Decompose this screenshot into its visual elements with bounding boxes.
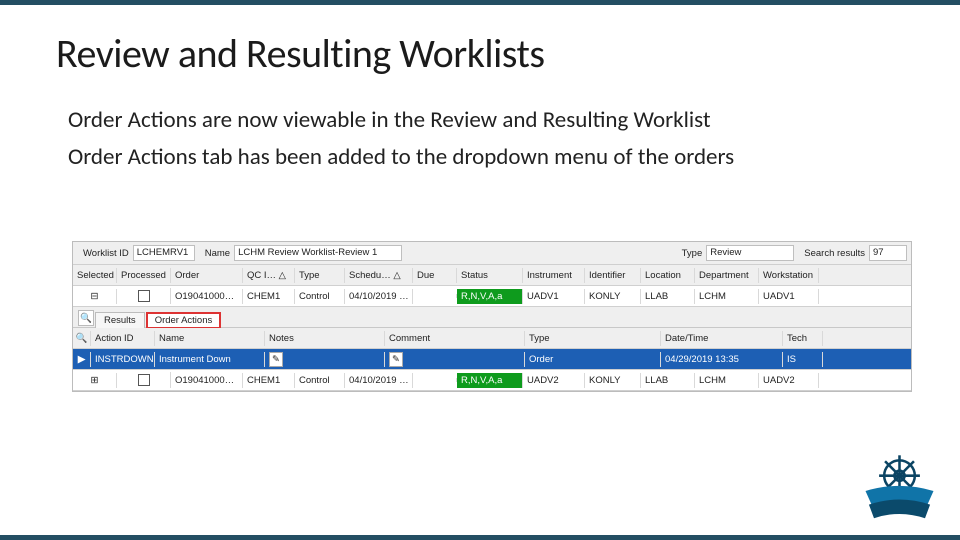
cell-instrument: UADV1 [523,289,585,304]
table-row[interactable]: ⊟ O19041000… CHEM1 Control 04/10/2019 … … [73,286,911,307]
cell-due [413,294,457,298]
cell-action-tech: IS [783,352,823,367]
search-icon[interactable]: 🔍 [73,331,91,346]
worklist-id-value[interactable]: LCHEMRV1 [133,245,195,261]
table-row[interactable]: ⊞ O19041000… CHEM1 Control 04/10/2019 … … [73,370,911,391]
col-instrument[interactable]: Instrument [523,268,585,283]
cell-order: O19041000… [171,373,243,388]
cell-order: O19041000… [171,289,243,304]
cell-instrument: UADV2 [523,373,585,388]
oceans-of-discovery-logo-icon [857,440,942,525]
col-action-id[interactable]: Action ID [91,331,155,346]
search-results-value: 97 [869,245,907,261]
col-due[interactable]: Due [413,268,457,283]
cell-workstation: UADV2 [759,373,819,388]
name-value[interactable]: LCHM Review Worklist-Review 1 [234,245,402,261]
col-status[interactable]: Status [457,268,523,283]
cell-location: LLAB [641,289,695,304]
type-value[interactable]: Review [706,245,794,261]
status-badge: R,N,V,A,a [457,373,523,388]
col-workstation[interactable]: Workstation [759,268,819,283]
col-location[interactable]: Location [641,268,695,283]
cell-due [413,378,457,382]
comment-input[interactable]: ✎ [389,352,403,367]
cell-action-datetime: 04/29/2019 13:35 [661,352,783,367]
cell-action-name: Instrument Down [155,352,265,367]
col-action-comment[interactable]: Comment [385,331,525,346]
status-badge: R,N,V,A,a [457,289,523,304]
cell-type: Control [295,289,345,304]
col-action-name[interactable]: Name [155,331,265,346]
col-action-datetime[interactable]: Date/Time [661,331,783,346]
order-action-row[interactable]: ▶ INSTRDOWN Instrument Down ✎ ✎ Order 04… [73,349,911,370]
col-action-tech[interactable]: Tech [783,331,823,346]
cell-qc: CHEM1 [243,289,295,304]
row-handle-icon[interactable]: ▶ [73,352,91,367]
cell-identifier: KONLY [585,289,641,304]
order-actions-header: 🔍 Action ID Name Notes Comment Type Date… [73,328,911,349]
col-department[interactable]: Department [695,268,759,283]
col-qc[interactable]: QC I… △ [243,268,295,283]
body-text: Order Actions are now viewable in the Re… [68,105,900,179]
worklist-meta-bar: Worklist ID LCHEMRV1 Name LCHM Review Wo… [73,242,911,265]
column-header-row: Selected Processed Order QC I… △ Type Sc… [73,265,911,286]
row-expand-icon[interactable]: ⊟ [73,289,117,304]
col-scheduled[interactable]: Schedu… △ [345,268,413,283]
col-selected[interactable]: Selected [73,268,117,283]
cell-type: Control [295,373,345,388]
cell-workstation: UADV1 [759,289,819,304]
row-expand-icon[interactable]: ⊞ [73,373,117,388]
name-label: Name [205,248,230,259]
notes-input[interactable]: ✎ [269,352,283,367]
col-type[interactable]: Type [295,268,345,283]
cell-scheduled: 04/10/2019 … [345,373,413,388]
worklist-id-label: Worklist ID [83,248,129,259]
tab-results[interactable]: Results [95,312,145,328]
search-icon[interactable]: 🔍 [78,310,94,326]
cell-identifier: KONLY [585,373,641,388]
col-processed[interactable]: Processed [117,268,171,283]
col-action-notes[interactable]: Notes [265,331,385,346]
row-checkbox[interactable] [138,374,150,386]
col-action-type[interactable]: Type [525,331,661,346]
cell-qc: CHEM1 [243,373,295,388]
col-order[interactable]: Order [171,268,243,283]
cell-department: LCHM [695,373,759,388]
worklist-screenshot: Worklist ID LCHEMRV1 Name LCHM Review Wo… [72,241,912,392]
tab-order-actions[interactable]: Order Actions [146,312,222,328]
body-line-1: Order Actions are now viewable in the Re… [68,105,900,136]
cell-department: LCHM [695,289,759,304]
row-checkbox[interactable] [138,290,150,302]
slide-title: Review and Resulting Worklists [56,29,545,78]
type-label: Type [682,248,703,259]
cell-location: LLAB [641,373,695,388]
cell-scheduled: 04/10/2019 … [345,289,413,304]
detail-tabs: 🔍 Results Order Actions [73,307,911,328]
cell-action-id: INSTRDOWN [91,352,155,367]
body-line-2: Order Actions tab has been added to the … [68,142,900,173]
search-results-label: Search results [804,248,865,259]
col-identifier[interactable]: Identifier [585,268,641,283]
cell-action-type: Order [525,352,661,367]
